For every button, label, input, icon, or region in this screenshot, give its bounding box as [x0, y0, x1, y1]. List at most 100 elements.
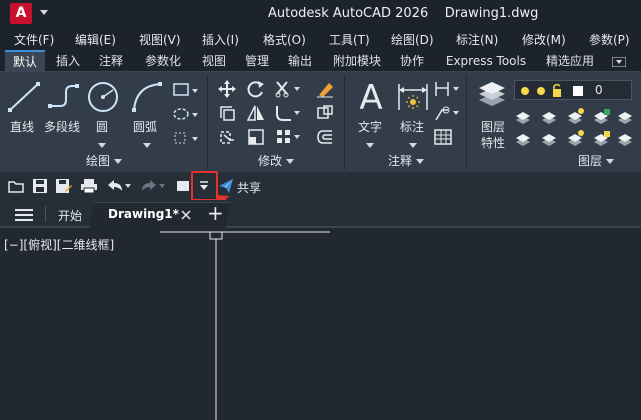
- menu-dimension[interactable]: 标注(N): [456, 31, 498, 48]
- application-menu-button[interactable]: A: [10, 3, 32, 24]
- menu-view[interactable]: 视图(V): [139, 31, 181, 48]
- tab-addins[interactable]: 附加模块: [327, 50, 387, 72]
- move-icon[interactable]: [218, 80, 236, 101]
- menu-bar: 文件(F) 编辑(E) 视图(V) 插入(I) 格式(O) 工具(T) 绘图(D…: [0, 28, 641, 50]
- dimension-icon[interactable]: [396, 80, 430, 117]
- menu-modify[interactable]: 修改(M): [522, 31, 566, 48]
- mirror-icon[interactable]: [246, 104, 265, 125]
- arc-label[interactable]: 圆弧: [133, 118, 157, 135]
- chevron-down-icon[interactable]: [286, 159, 295, 164]
- document-tab-bar: 开始 Drawing1* +: [0, 200, 641, 228]
- active-document-tab-label[interactable]: Drawing1*: [108, 207, 179, 221]
- circle-icon[interactable]: [86, 80, 120, 117]
- redo-icon[interactable]: [140, 179, 166, 196]
- leader-icon[interactable]: [434, 104, 462, 125]
- workspace-icon[interactable]: [176, 179, 190, 196]
- chevron-down-icon[interactable]: [409, 138, 417, 152]
- tab-parametric[interactable]: 参数化: [139, 50, 187, 72]
- print-icon[interactable]: [80, 178, 98, 197]
- title-bar: A Autodesk AutoCAD 2026 Drawing1.dwg: [0, 0, 641, 28]
- dimension-label[interactable]: 标注: [400, 118, 424, 135]
- ribbon-options-icon[interactable]: [611, 56, 627, 70]
- tab-annotate[interactable]: 注释: [93, 50, 129, 72]
- modify-panel-title[interactable]: 修改: [258, 152, 295, 170]
- stretch-icon[interactable]: [218, 128, 236, 149]
- menu-tools[interactable]: 工具(T): [329, 31, 370, 48]
- erase-icon[interactable]: [316, 80, 334, 101]
- ribbon-tab-bar: 默认 插入 注释 参数化 视图 管理 输出 附加模块 协作 Express To…: [0, 50, 641, 72]
- panel-divider: [344, 76, 345, 170]
- rectangle-icon[interactable]: [172, 82, 198, 101]
- chevron-down-icon[interactable]: [114, 159, 123, 164]
- layer-tools-row-2: [514, 128, 634, 151]
- chevron-down-icon[interactable]: [416, 159, 425, 164]
- chevron-down-icon[interactable]: [606, 159, 615, 164]
- trim-icon[interactable]: [275, 80, 303, 101]
- line-label[interactable]: 直线: [10, 118, 34, 135]
- panel-divider: [207, 76, 208, 170]
- menu-edit[interactable]: 编辑(E): [75, 31, 116, 48]
- ribbon-panel: 直线 多段线 圆 圆弧 绘图 修改 A 文字 标注 注释 图层 特性 0 图层: [0, 72, 641, 172]
- hamburger-menu-icon[interactable]: [15, 209, 33, 224]
- menu-draw[interactable]: 绘图(D): [391, 31, 434, 48]
- current-layer-value: 0: [595, 83, 603, 97]
- arc-icon[interactable]: [130, 80, 164, 117]
- tab-insert[interactable]: 插入: [50, 50, 86, 72]
- panel-divider: [466, 76, 467, 170]
- tab-start[interactable]: 开始: [58, 207, 82, 224]
- tab-default[interactable]: 默认: [5, 50, 45, 72]
- layer-dropdown[interactable]: 0: [514, 80, 632, 100]
- text-icon[interactable]: A: [354, 78, 388, 118]
- layers-panel-title[interactable]: 图层: [578, 152, 615, 170]
- tab-manage[interactable]: 管理: [239, 50, 275, 72]
- chevron-down-icon[interactable]: [143, 138, 151, 152]
- text-label[interactable]: 文字: [358, 118, 382, 135]
- new-tab-button[interactable]: +: [207, 201, 224, 225]
- menu-insert[interactable]: 插入(I): [202, 31, 239, 48]
- circle-label[interactable]: 圆: [96, 118, 108, 135]
- offset-icon[interactable]: [316, 128, 334, 149]
- tab-divider: [45, 206, 46, 222]
- menu-format[interactable]: 格式(O): [263, 31, 306, 48]
- layer-properties-icon[interactable]: [475, 80, 509, 113]
- close-icon[interactable]: [181, 209, 191, 223]
- annotation-panel-title[interactable]: 注释: [388, 152, 425, 170]
- linear-dimension-icon[interactable]: [434, 80, 462, 101]
- tab-view[interactable]: 视图: [196, 50, 232, 72]
- menu-file[interactable]: 文件(F): [14, 31, 54, 48]
- window-title: Autodesk AutoCAD 2026 Drawing1.dwg: [268, 6, 539, 21]
- tab-featured-apps[interactable]: 精选应用: [540, 50, 600, 72]
- hatch-icon[interactable]: [172, 106, 198, 125]
- explode-icon[interactable]: [316, 104, 334, 125]
- table-icon[interactable]: [434, 128, 452, 149]
- polyline-label[interactable]: 多段线: [44, 118, 80, 135]
- layer-properties-label-2[interactable]: 特性: [481, 134, 505, 151]
- tab-collaborate[interactable]: 协作: [394, 50, 430, 72]
- fillet-icon[interactable]: [275, 104, 303, 125]
- draw-panel-title[interactable]: 绘图: [86, 152, 123, 170]
- chevron-down-icon[interactable]: [40, 10, 48, 15]
- viewport-controls-label[interactable]: [−][俯视][二维线框]: [4, 236, 114, 253]
- svg-text:A: A: [359, 78, 382, 114]
- chevron-down-icon[interactable]: [366, 138, 374, 152]
- chevron-down-icon[interactable]: [98, 138, 106, 152]
- menu-parameters[interactable]: 参数(P): [589, 31, 630, 48]
- array-icon[interactable]: [275, 128, 303, 149]
- copy-icon[interactable]: [218, 104, 236, 125]
- save-icon[interactable]: [32, 178, 48, 197]
- save-as-icon[interactable]: [55, 178, 73, 197]
- undo-icon[interactable]: [106, 179, 132, 196]
- layer-properties-label-1[interactable]: 图层: [481, 118, 505, 135]
- layer-state-icon: [516, 112, 530, 124]
- layer-tools-row-1: [514, 106, 634, 129]
- tab-express-tools[interactable]: Express Tools: [439, 50, 533, 72]
- scale-icon[interactable]: [247, 128, 265, 149]
- line-icon[interactable]: [7, 80, 41, 117]
- quick-access-toolbar: 共享: [0, 172, 641, 200]
- open-folder-icon[interactable]: [8, 178, 24, 197]
- tab-output[interactable]: 输出: [282, 50, 318, 72]
- points-icon[interactable]: [172, 130, 198, 149]
- rotate-icon[interactable]: [247, 80, 265, 101]
- polyline-icon[interactable]: [46, 80, 80, 117]
- drawing-canvas[interactable]: [0, 230, 641, 420]
